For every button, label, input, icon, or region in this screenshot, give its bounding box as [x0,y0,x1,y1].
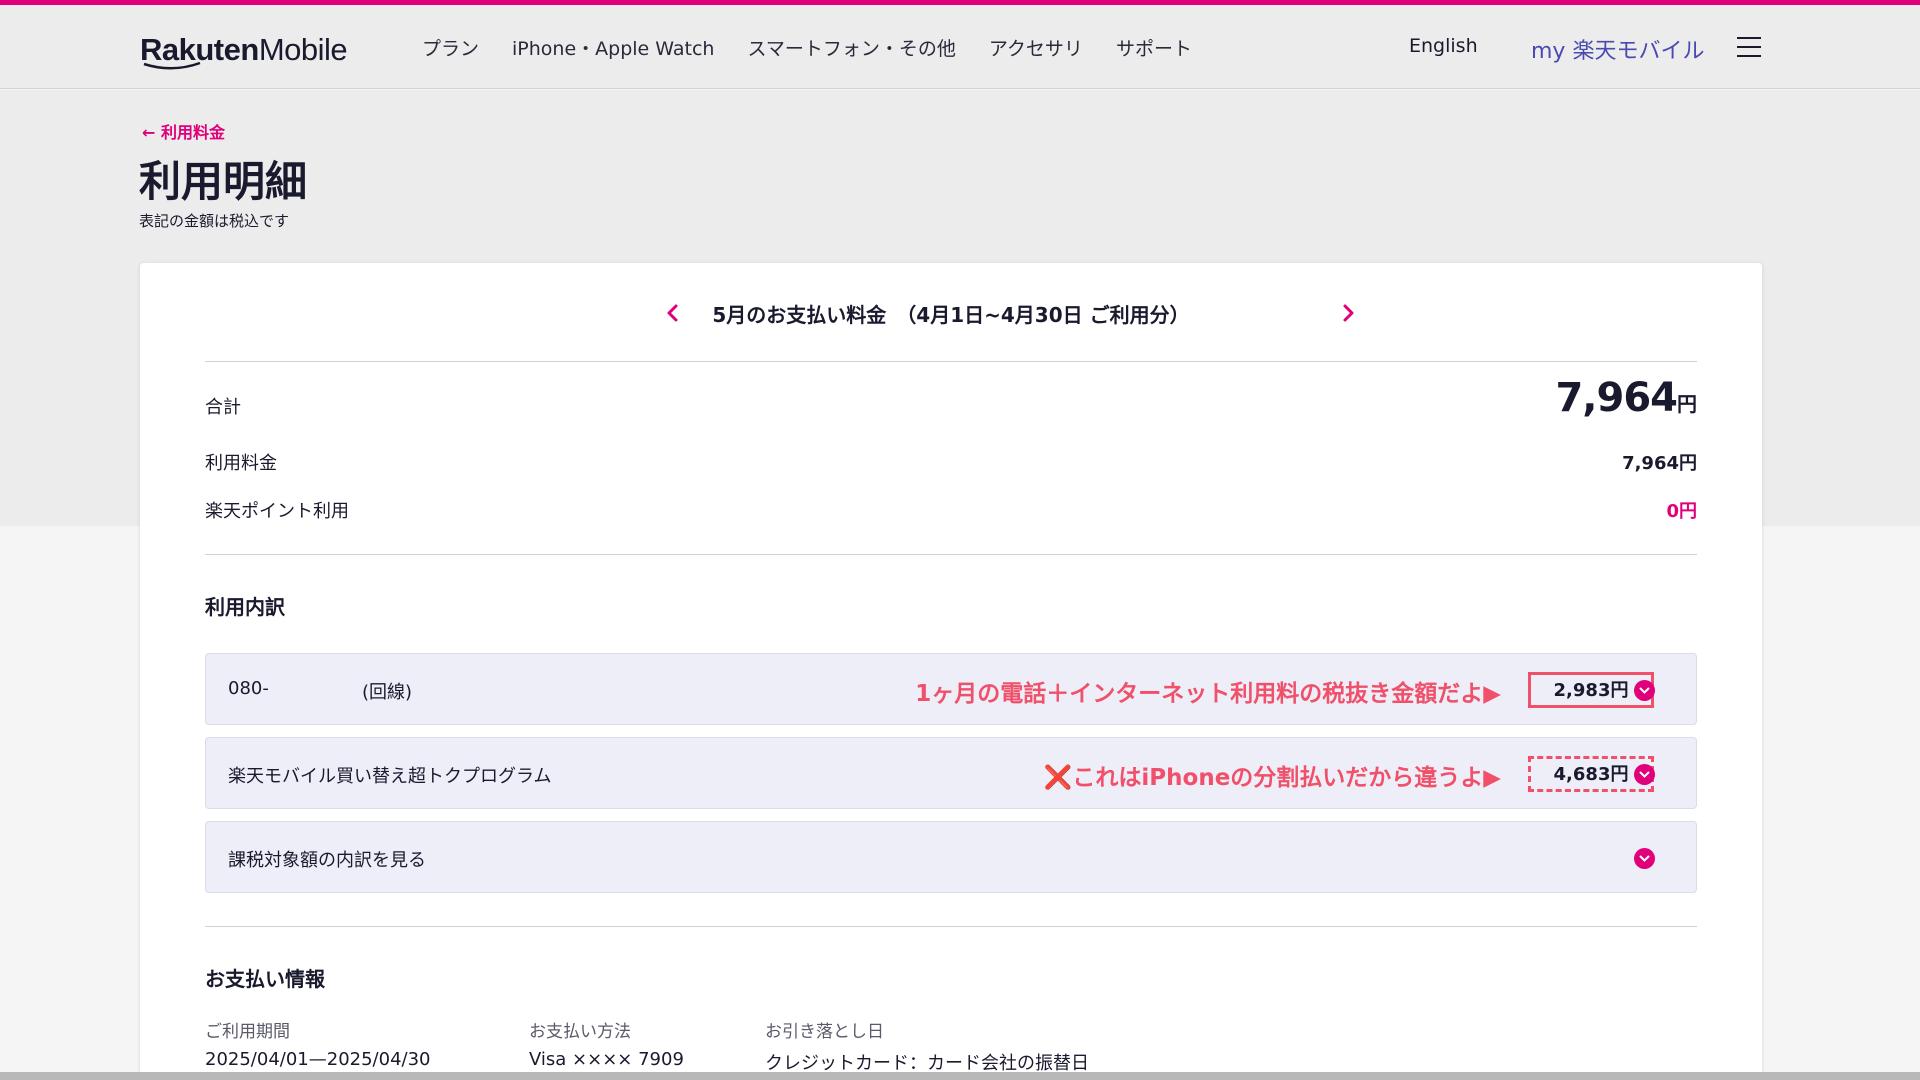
total-label: 合計 [205,397,241,418]
line-number-label: 080- [228,678,269,699]
billing-detail-card: 5月のお支払い料金 （4月1日~4月30日 ご利用分） 合計 7,964円 利用… [140,263,1762,1080]
horizontal-scrollbar[interactable] [0,1072,1920,1080]
section-divider [205,554,1697,555]
nav-support[interactable]: サポート [1116,34,1192,61]
tax-note: 表記の金額は税込です [139,212,290,230]
upgrade-program-label: 楽天モバイル買い替え超トクプログラム [228,766,552,787]
hamburger-menu-icon[interactable] [1737,37,1761,57]
nav-accessory[interactable]: アクセサリ [989,34,1083,61]
debit-date-heading: お引き落とし日 [765,1022,884,1042]
expand-chevron-icon[interactable] [1634,764,1655,785]
rakuten-points-label: 楽天ポイント利用 [205,501,349,522]
period-selector: 5月のお支払い料金 （4月1日~4月30日 ご利用分） [205,263,1697,362]
expand-chevron-icon[interactable] [1634,848,1655,869]
usage-period-heading: ご利用期間 [205,1022,290,1042]
line-type-label: (回線) [362,682,413,703]
annotation-iphone-installment: ❌これはiPhoneの分割払いだから違うよ▶ [1043,765,1501,791]
payment-method-value: Visa ×××× 7909 [529,1049,684,1070]
page-title: 利用明細 [139,157,308,206]
nav-smartphone-other[interactable]: スマートフォン・その他 [747,34,955,61]
usage-fee-value: 7,964円 [1622,453,1697,474]
annotation-line-fee: 1ヶ月の電話＋インターネット利用料の税抜き金額だよ▶ [915,681,1501,707]
usage-breakdown-title: 利用内訳 [205,595,285,619]
logo-swoosh-icon [143,61,201,70]
taxable-breakdown-label: 課税対象額の内訳を見る [228,850,426,871]
chevron-right-icon[interactable] [1340,303,1356,323]
usage-fee-label: 利用料金 [205,453,277,474]
total-amount: 7,964円 [1555,375,1697,421]
my-rakuten-mobile-link[interactable]: my 楽天モバイル [1531,33,1704,65]
expand-chevron-icon[interactable] [1634,680,1655,701]
accordion-taxable-breakdown[interactable]: 課税対象額の内訳を見る [205,821,1697,893]
usage-period-value: 2025/04/01—2025/04/30 [205,1049,431,1070]
language-switch-link[interactable]: English [1409,35,1478,57]
billing-period-label: 5月のお支払い料金 （4月1日~4月30日 ご利用分） [712,303,1190,327]
site-header: RakutenMobile プラン iPhone・Apple Watch スマー… [0,5,1920,89]
accordion-line-usage[interactable]: 080- (回線) 1ヶ月の電話＋インターネット利用料の税抜き金額だよ▶ 2,9… [205,653,1697,725]
nav-iphone-apple-watch[interactable]: iPhone・Apple Watch [512,34,714,61]
rakuten-mobile-logo[interactable]: RakutenMobile [140,31,348,70]
section-divider [205,926,1697,927]
main-nav: プラン iPhone・Apple Watch スマートフォン・その他 アクセサリ… [422,5,1225,89]
accordion-upgrade-program[interactable]: 楽天モバイル買い替え超トクプログラム ❌これはiPhoneの分割払いだから違うよ… [205,737,1697,809]
payment-info-title: お支払い情報 [205,967,325,991]
back-to-usage-fee-link[interactable]: ← 利用料金 [142,119,225,143]
nav-plan[interactable]: プラン [422,34,479,61]
rakuten-points-value: 0円 [1666,501,1697,522]
payment-method-heading: お支払い方法 [529,1022,631,1042]
